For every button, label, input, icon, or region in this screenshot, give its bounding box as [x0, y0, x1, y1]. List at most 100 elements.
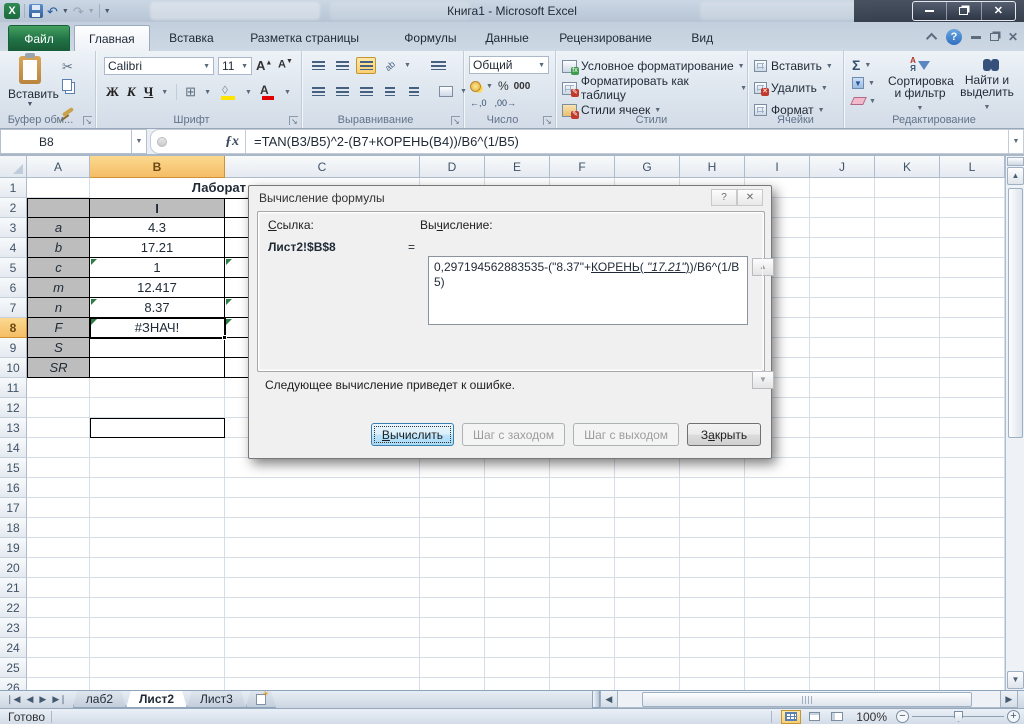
- cell-A8[interactable]: F: [27, 318, 90, 338]
- row-header-11[interactable]: 11: [0, 378, 27, 398]
- redo-icon[interactable]: ↷: [73, 5, 84, 18]
- cell-A6[interactable]: m: [27, 278, 90, 298]
- font-color-button[interactable]: А: [260, 83, 276, 101]
- row-header-17[interactable]: 17: [0, 498, 27, 518]
- row-header-3[interactable]: 3: [0, 218, 27, 238]
- row-header-13[interactable]: 13: [0, 418, 27, 438]
- tab-Вставка[interactable]: Вставка: [155, 25, 228, 51]
- active-cell-selection[interactable]: [89, 317, 226, 339]
- row-header-23[interactable]: 23: [0, 618, 27, 638]
- insert-cells-button[interactable]: Вставить▼: [754, 56, 833, 76]
- insert-function-icon[interactable]: ƒx: [225, 134, 239, 150]
- row-header-12[interactable]: 12: [0, 398, 27, 418]
- borders-dropdown-icon[interactable]: ▼: [204, 89, 211, 96]
- row-header-18[interactable]: 18: [0, 518, 27, 538]
- align-middle-button[interactable]: [332, 57, 352, 74]
- row-header-20[interactable]: 20: [0, 558, 27, 578]
- first-sheet-icon[interactable]: ❘◀: [6, 695, 20, 704]
- cell-A9[interactable]: S: [27, 338, 90, 358]
- evaluation-scrollbar[interactable]: ▲ ▼: [752, 258, 774, 389]
- format-as-table-button[interactable]: ✎ Форматировать как таблицу▼: [562, 78, 747, 98]
- minimize-button[interactable]: [913, 2, 947, 20]
- undo-dropdown-icon[interactable]: ▼: [62, 8, 69, 15]
- column-header-E[interactable]: E: [485, 156, 550, 178]
- row-header-26[interactable]: 26: [0, 678, 27, 690]
- clipboard-dialog-launcher-icon[interactable]: ↘: [83, 116, 92, 125]
- wrap-text-button[interactable]: [429, 57, 449, 74]
- align-top-button[interactable]: [308, 57, 328, 74]
- row-header-8[interactable]: 8: [0, 318, 27, 338]
- align-left-button[interactable]: [308, 83, 328, 100]
- sheet-tab-Лист2[interactable]: Лист2: [126, 691, 187, 708]
- redo-dropdown-icon[interactable]: ▼: [88, 8, 95, 15]
- hscroll-right-icon[interactable]: ▶: [1000, 691, 1018, 708]
- paste-button[interactable]: Вставить ▼: [8, 56, 52, 108]
- row-header-22[interactable]: 22: [0, 598, 27, 618]
- row-header-24[interactable]: 24: [0, 638, 27, 658]
- percent-style-button[interactable]: %: [498, 79, 509, 93]
- autosum-button[interactable]: Σ▼: [852, 57, 871, 73]
- sheet-tab-лаб2[interactable]: лаб2: [73, 691, 126, 708]
- sheet-tab-Лист3[interactable]: Лист3: [187, 691, 246, 708]
- cell-B3[interactable]: 4.3: [90, 218, 225, 238]
- tab-Формулы[interactable]: Формулы: [390, 25, 470, 51]
- accounting-format-icon[interactable]: [470, 81, 481, 92]
- column-header-D[interactable]: D: [420, 156, 485, 178]
- number-format-combo[interactable]: Общий▼: [469, 56, 549, 74]
- fill-button[interactable]: ▼▼: [852, 77, 875, 89]
- hscroll-left-icon[interactable]: ◀: [600, 691, 618, 708]
- conditional-formatting-button[interactable]: fx Условное форматирование▼: [562, 56, 745, 76]
- dialog-close-icon[interactable]: ✕: [737, 189, 763, 206]
- font-size-combo[interactable]: 11▼: [218, 57, 252, 75]
- next-sheet-icon[interactable]: ▶: [39, 695, 46, 704]
- row-header-10[interactable]: 10: [0, 358, 27, 378]
- name-box-dropdown-icon[interactable]: ▼: [132, 129, 147, 154]
- underline-button[interactable]: Ч: [144, 84, 154, 100]
- tab-Разметка страницы[interactable]: Разметка страницы: [236, 25, 373, 51]
- page-break-view-button[interactable]: [827, 710, 847, 724]
- sort-filter-button[interactable]: АЯ Сортировка и фильтр ▼: [888, 57, 952, 113]
- tab-Данные[interactable]: Данные: [471, 25, 542, 51]
- normal-view-button[interactable]: [781, 710, 801, 724]
- decrease-decimal-button[interactable]: ,00→: [495, 98, 517, 108]
- eval-scroll-down-icon[interactable]: ▼: [752, 371, 774, 389]
- align-bottom-button[interactable]: [356, 57, 376, 74]
- column-header-G[interactable]: G: [615, 156, 680, 178]
- zoom-slider[interactable]: [912, 710, 1004, 723]
- dialog-help-icon[interactable]: ?: [711, 189, 737, 206]
- column-header-J[interactable]: J: [810, 156, 875, 178]
- row-header-5[interactable]: 5: [0, 258, 27, 278]
- row-header-9[interactable]: 9: [0, 338, 27, 358]
- underline-dropdown-icon[interactable]: ▼: [161, 89, 168, 96]
- cell-B4[interactable]: 17.21: [90, 238, 225, 258]
- column-header-I[interactable]: I: [745, 156, 810, 178]
- workbook-close-icon[interactable]: ✕: [1008, 31, 1018, 43]
- number-dialog-launcher-icon[interactable]: ↘: [543, 116, 552, 125]
- tab-split-handle[interactable]: [592, 691, 600, 708]
- column-header-F[interactable]: F: [550, 156, 615, 178]
- column-header-H[interactable]: H: [680, 156, 745, 178]
- save-icon[interactable]: [29, 4, 43, 18]
- tab-file[interactable]: Файл: [8, 25, 70, 51]
- increase-decimal-button[interactable]: ←,0: [470, 98, 487, 108]
- row-header-14[interactable]: 14: [0, 438, 27, 458]
- font-name-combo[interactable]: Calibri▼: [104, 57, 214, 75]
- column-header-B[interactable]: B: [90, 156, 225, 178]
- comma-style-button[interactable]: 000: [514, 81, 531, 92]
- eval-scroll-up-icon[interactable]: ▲: [752, 258, 774, 276]
- tab-Рецензирование[interactable]: Рецензирование: [545, 25, 666, 51]
- prev-sheet-icon[interactable]: ◀: [26, 695, 33, 704]
- cell-A3[interactable]: a: [27, 218, 90, 238]
- italic-button[interactable]: К: [127, 84, 136, 100]
- workbook-minimize-icon[interactable]: [971, 36, 981, 39]
- copy-button[interactable]: [62, 79, 72, 94]
- align-center-button[interactable]: [332, 83, 352, 100]
- column-header-C[interactable]: C: [225, 156, 420, 178]
- font-color-dropdown-icon[interactable]: ▼: [284, 89, 291, 96]
- bold-button[interactable]: Ж: [106, 84, 119, 100]
- cell-B7[interactable]: 8.37: [90, 298, 225, 318]
- page-layout-view-button[interactable]: [804, 710, 824, 724]
- cell-A4[interactable]: b: [27, 238, 90, 258]
- cell-A2[interactable]: [27, 198, 90, 218]
- cell-B10[interactable]: [90, 358, 225, 378]
